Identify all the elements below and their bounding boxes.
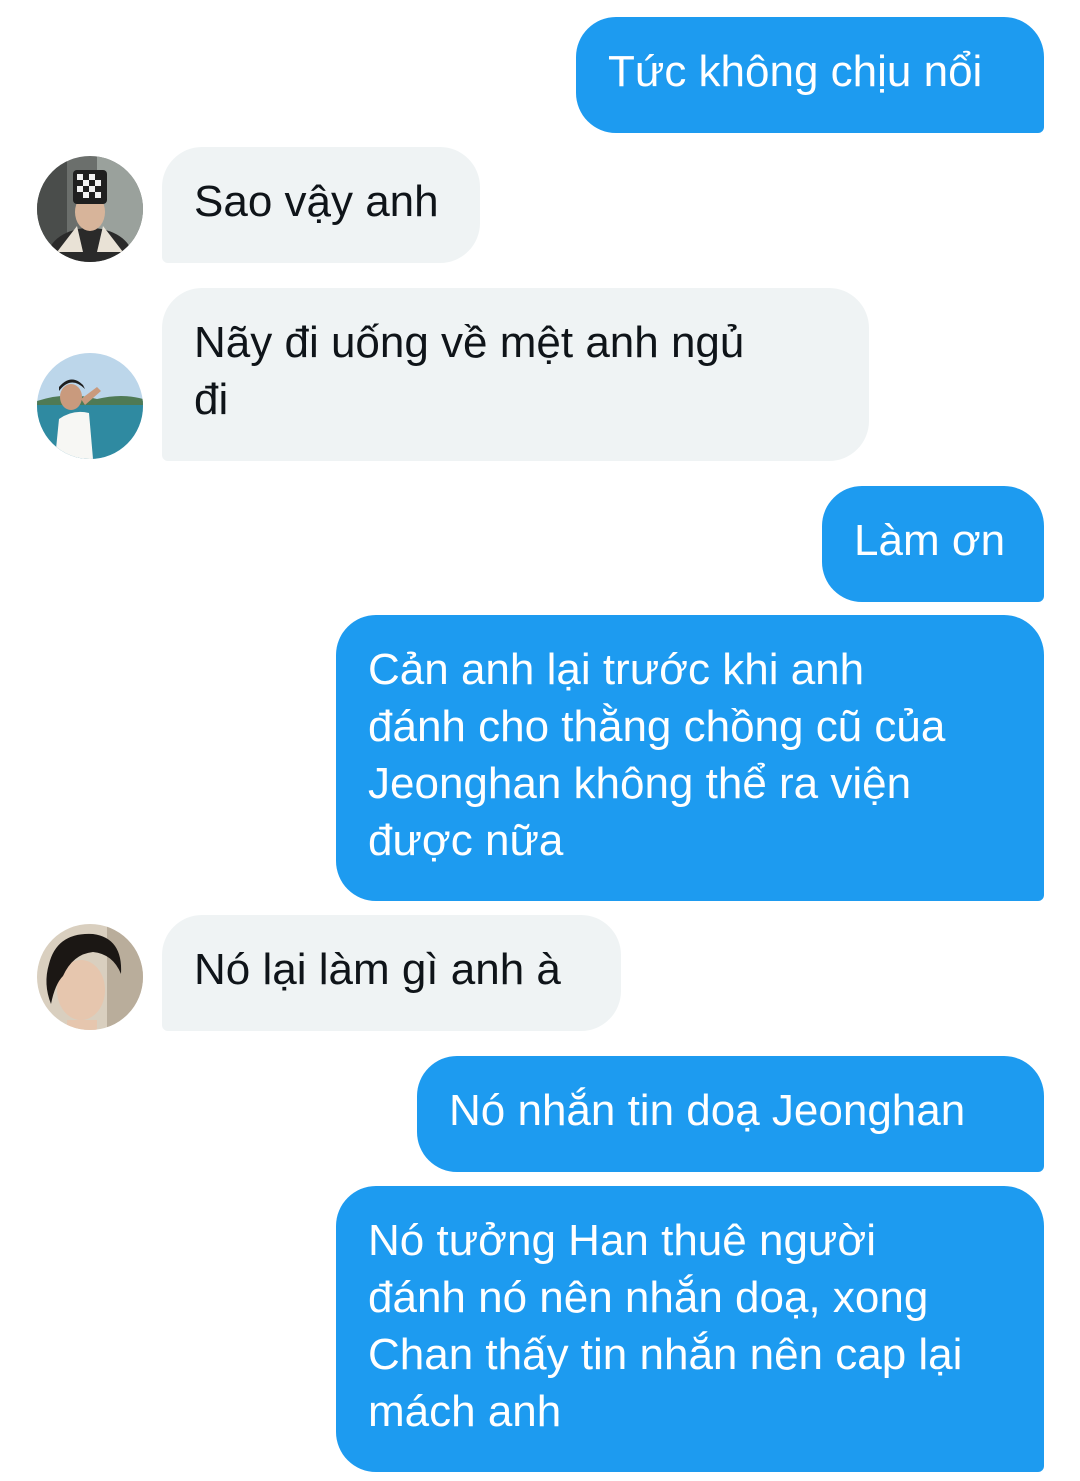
avatar[interactable] xyxy=(37,156,143,262)
avatar[interactable] xyxy=(37,353,143,459)
message-bubble-sent[interactable]: Nó tưởng Han thuê người đánh nó nên nhắn… xyxy=(336,1186,1044,1472)
message-bubble-sent[interactable]: Cản anh lại trước khi anh đánh cho thằng… xyxy=(336,615,1044,901)
message-bubble-sent[interactable]: Tức không chịu nổi xyxy=(576,17,1044,133)
avatar-photo-icon xyxy=(37,156,143,262)
avatar-photo-icon xyxy=(37,353,143,459)
message-bubble-received[interactable]: Nãy đi uống về mệt anh ngủ đi xyxy=(162,288,869,461)
message-bubble-sent[interactable]: Làm ơn xyxy=(822,486,1044,602)
avatar[interactable] xyxy=(37,924,143,1030)
message-bubble-sent[interactable]: Nó nhắn tin doạ Jeonghan xyxy=(417,1056,1044,1172)
message-bubble-received[interactable]: Nó lại làm gì anh à xyxy=(162,915,621,1031)
message-bubble-received[interactable]: Sao vậy anh xyxy=(162,147,480,263)
avatar-photo-icon xyxy=(37,924,143,1030)
